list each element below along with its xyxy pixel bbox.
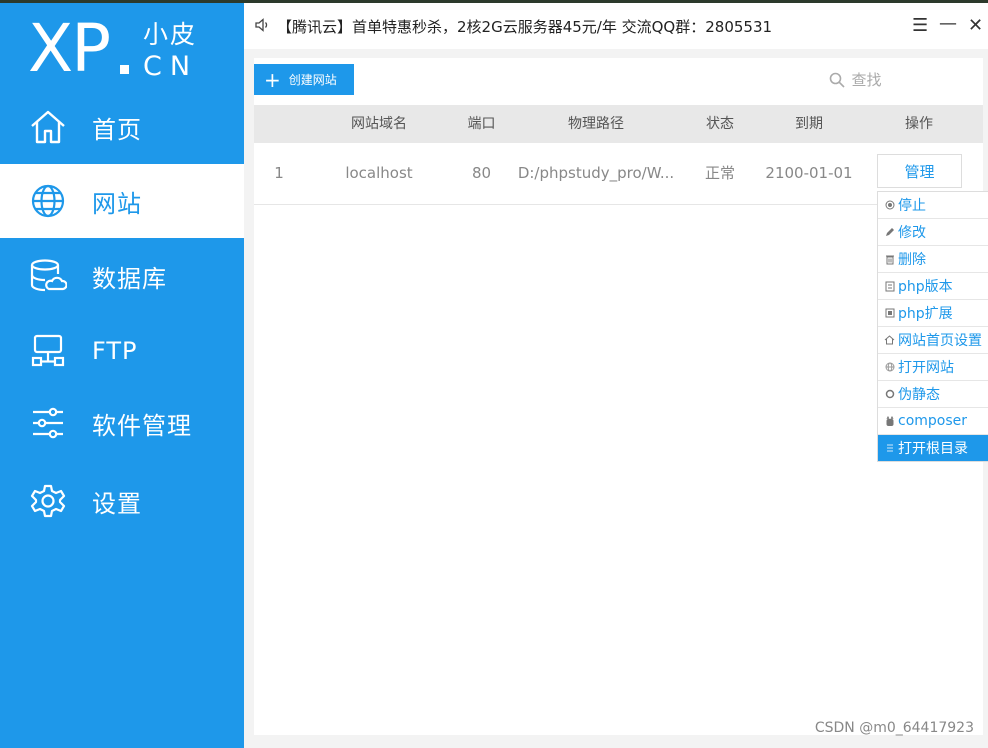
table-header: 网站域名 端口 物理路径 状态 到期 操作	[254, 105, 983, 143]
sidebar-item-ftp[interactable]: FTP	[0, 314, 244, 388]
php-version-icon	[883, 281, 896, 292]
ftp-icon	[28, 331, 68, 371]
title-bar: 【腾讯云】首单特惠秒杀，2核2G云服务器45元/年 交流QQ群：2805531 …	[244, 3, 988, 49]
search-box[interactable]: 查找	[728, 64, 983, 95]
folder-list-icon	[883, 443, 896, 453]
row-index: 1	[274, 164, 284, 182]
sidebar-item-label: 软件管理	[92, 411, 192, 440]
website-content: + 创建网站 查找 网站域名 端口 物理路径 状态 到期 操作 1 localh…	[254, 58, 983, 735]
edit-icon	[883, 227, 896, 237]
menu-item-homepage-settings[interactable]: 网站首页设置	[878, 327, 988, 354]
menu-item-rewrite[interactable]: 伪静态	[878, 381, 988, 408]
sidebar-item-database[interactable]: 数据库	[0, 239, 244, 313]
create-website-label: 创建网站	[288, 73, 337, 87]
row-domain: localhost	[345, 164, 413, 182]
sidebar-item-software[interactable]: 软件管理	[0, 386, 244, 460]
search-label: 查找	[851, 71, 882, 89]
sidebar-item-label: 设置	[92, 489, 142, 518]
row-port: 80	[471, 164, 492, 182]
announcement-text[interactable]: 【腾讯云】首单特惠秒杀，2核2G云服务器45元/年 交流QQ群：2805531	[277, 16, 772, 37]
app-logo: XP 小皮 CN	[28, 13, 228, 88]
row-status: 正常	[704, 164, 735, 182]
menu-item-open-root-dir[interactable]: 打开根目录	[878, 435, 988, 461]
menu-item-php-extension[interactable]: php扩展	[878, 300, 988, 327]
sidebar-item-label: 网站	[92, 189, 142, 218]
plus-icon: +	[264, 67, 281, 92]
row-path: D:/phpstudy_pro/W...	[517, 164, 675, 182]
database-icon	[28, 256, 68, 296]
minimize-button[interactable]: —	[939, 13, 957, 34]
menu-icon[interactable]: ☰	[912, 15, 928, 36]
create-website-button[interactable]: + 创建网站	[254, 64, 354, 95]
menu-item-label: php版本	[898, 279, 953, 295]
menu-item-label: 网站首页设置	[898, 333, 982, 349]
globe-small-icon	[883, 362, 896, 372]
column-header-domain: 网站域名	[351, 116, 407, 132]
logo-xp-text: XP	[28, 10, 111, 87]
sidebar-item-label: 数据库	[92, 264, 167, 293]
manage-dropdown-menu: 停止 修改 删除 php版本 php扩展 网站首页设置 打开网站 伪静态 com…	[877, 191, 988, 462]
sidebar-item-settings[interactable]: 设置	[0, 464, 244, 538]
sidebar-item-label: FTP	[92, 337, 138, 365]
gear-icon	[28, 481, 68, 521]
menu-item-label: composer	[898, 413, 968, 429]
globe-icon	[28, 181, 68, 221]
trash-icon	[883, 254, 896, 265]
close-button[interactable]: ✕	[968, 15, 983, 36]
column-header-status: 状态	[706, 116, 734, 132]
csdn-watermark: CSDN @m0_64417923	[814, 720, 974, 736]
menu-item-composer[interactable]: composer	[878, 408, 988, 435]
menu-item-stop[interactable]: 停止	[878, 192, 988, 219]
menu-item-label: 停止	[898, 198, 926, 214]
menu-item-open-website[interactable]: 打开网站	[878, 354, 988, 381]
column-header-expiry: 到期	[795, 116, 823, 132]
php-extension-icon	[883, 308, 896, 318]
sidebar-item-label: 首页	[92, 115, 142, 144]
menu-item-label: 打开根目录	[898, 441, 968, 457]
table-row[interactable]: 1 localhost 80 D:/phpstudy_pro/W... 正常 2…	[254, 143, 983, 205]
sidebar-item-website[interactable]: 网站	[0, 164, 244, 238]
menu-item-label: 修改	[898, 225, 926, 241]
logo-dot	[120, 65, 129, 74]
column-header-port: 端口	[467, 116, 496, 132]
menu-item-php-version[interactable]: php版本	[878, 273, 988, 300]
menu-item-delete[interactable]: 删除	[878, 246, 988, 273]
logo-cn-top: 小皮	[143, 20, 198, 49]
sliders-icon	[28, 403, 68, 443]
sidebar: XP 小皮 CN 首页 网站 数据库 FTP 软件管理 设置	[0, 3, 244, 748]
stop-icon	[883, 200, 896, 210]
manage-button[interactable]: 管理	[877, 154, 962, 188]
home-small-icon	[883, 335, 896, 345]
row-expiry: 2100-01-01	[765, 164, 853, 182]
menu-item-label: php扩展	[898, 306, 953, 322]
sidebar-item-home[interactable]: 首页	[0, 90, 244, 164]
menu-item-label: 打开网站	[898, 360, 954, 376]
menu-item-label: 删除	[898, 252, 926, 268]
menu-item-edit[interactable]: 修改	[878, 219, 988, 246]
menu-item-label: 伪静态	[898, 387, 940, 403]
search-icon	[829, 72, 846, 88]
rewrite-icon	[883, 389, 896, 399]
composer-icon	[883, 415, 896, 427]
home-icon	[28, 107, 68, 147]
logo-cn-bottom: CN	[143, 51, 199, 82]
column-header-path: 物理路径	[568, 116, 624, 132]
speaker-icon	[254, 17, 270, 37]
column-header-action: 操作	[905, 116, 933, 132]
